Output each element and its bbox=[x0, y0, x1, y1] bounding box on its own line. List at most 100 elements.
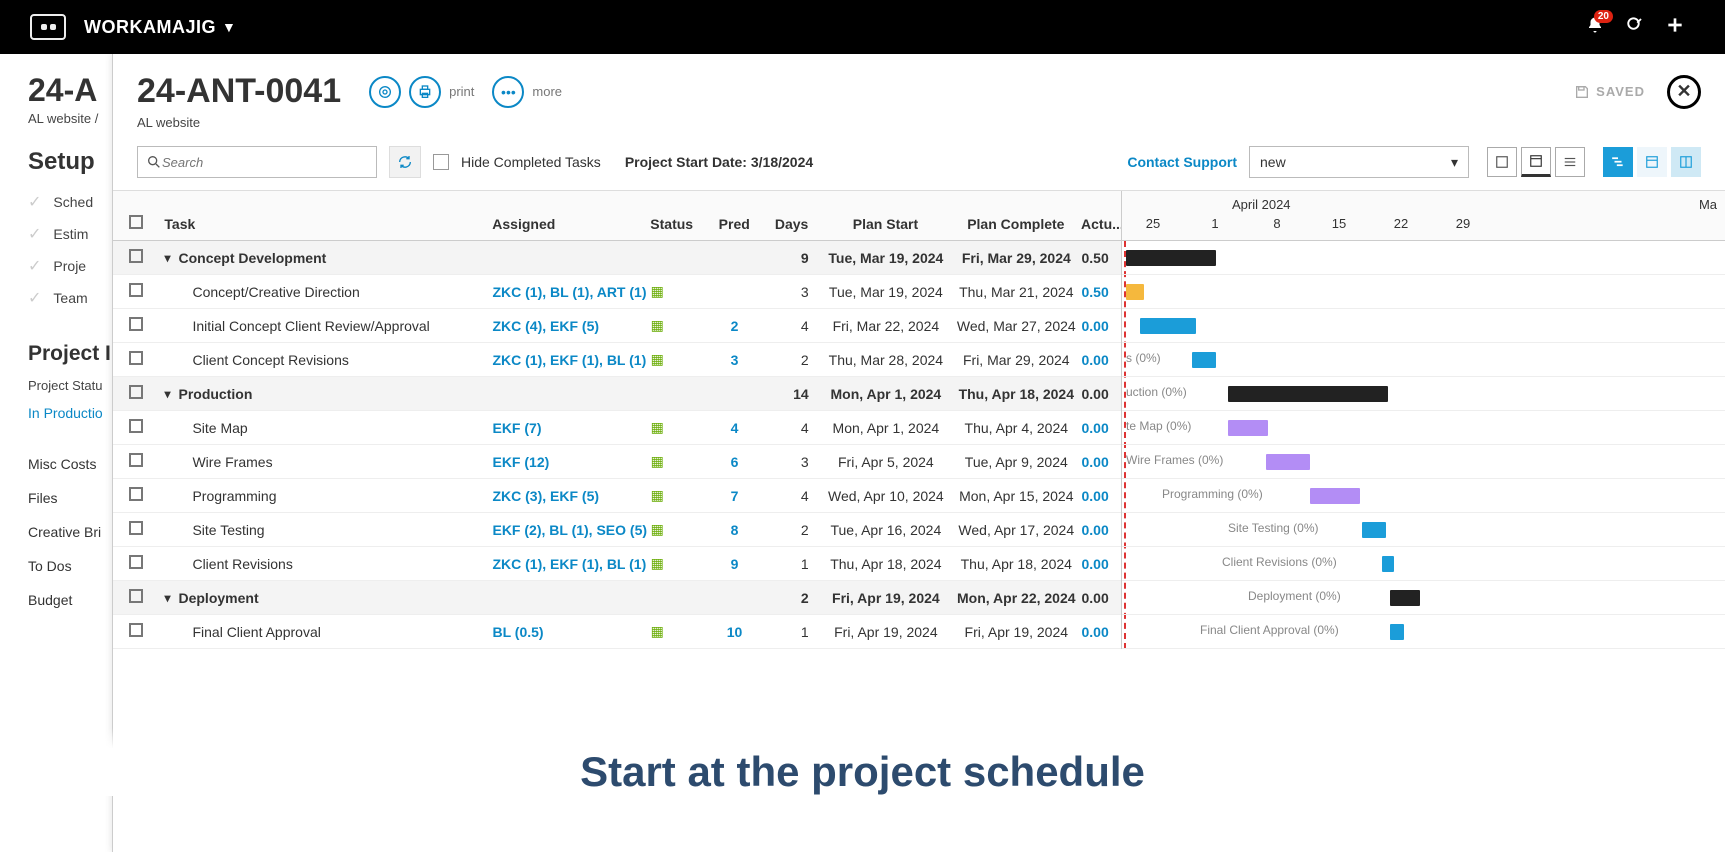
refresh-button[interactable] bbox=[369, 76, 401, 108]
nav-todos[interactable]: To Dos bbox=[28, 549, 112, 583]
pred[interactable]: 3 bbox=[708, 352, 761, 368]
gantt-bar[interactable] bbox=[1310, 488, 1360, 504]
setup-item[interactable]: ✓Sched bbox=[28, 186, 112, 218]
calendar-icon[interactable]: ▦ bbox=[651, 283, 664, 299]
calendar-icon[interactable]: ▦ bbox=[651, 351, 664, 367]
nav-budget[interactable]: Budget bbox=[28, 583, 112, 617]
nav-files[interactable]: Files bbox=[28, 481, 112, 515]
row-checkbox[interactable] bbox=[129, 623, 143, 637]
gantt-bar[interactable] bbox=[1140, 318, 1196, 334]
view-mode-2[interactable] bbox=[1521, 147, 1551, 177]
setup-item[interactable]: ✓Team bbox=[28, 282, 112, 314]
nav-creative-brief[interactable]: Creative Bri bbox=[28, 515, 112, 549]
view-dropdown[interactable]: new▾ bbox=[1249, 146, 1469, 178]
board-view-button[interactable] bbox=[1637, 147, 1667, 177]
nav-misc-costs[interactable]: Misc Costs bbox=[28, 447, 112, 481]
table-row[interactable]: Final Client ApprovalBL (0.5)▦101Fri, Ap… bbox=[113, 615, 1121, 649]
search-field[interactable] bbox=[162, 155, 368, 170]
search-icon[interactable] bbox=[1615, 16, 1655, 39]
search-input[interactable] bbox=[137, 146, 377, 178]
assigned[interactable]: ZKC (1), EKF (1), BL (1) bbox=[492, 352, 650, 368]
row-checkbox[interactable] bbox=[129, 453, 143, 467]
row-checkbox[interactable] bbox=[129, 283, 143, 297]
pred[interactable]: 4 bbox=[708, 420, 761, 436]
split-view-button[interactable] bbox=[1671, 147, 1701, 177]
table-row[interactable]: ▾Production14Mon, Apr 1, 2024Thu, Apr 18… bbox=[113, 377, 1121, 411]
table-row[interactable]: Client RevisionsZKC (1), EKF (1), BL (1)… bbox=[113, 547, 1121, 581]
chevron-down-icon[interactable]: ▾ bbox=[164, 591, 170, 605]
row-checkbox[interactable] bbox=[129, 351, 143, 365]
notifications-icon[interactable]: 20 bbox=[1575, 16, 1615, 39]
sync-button[interactable] bbox=[389, 146, 421, 178]
pred[interactable]: 8 bbox=[708, 522, 761, 538]
assigned[interactable]: ZKC (1), EKF (1), BL (1) bbox=[492, 556, 650, 572]
assigned[interactable]: EKF (12) bbox=[492, 454, 650, 470]
contact-support-link[interactable]: Contact Support bbox=[1127, 154, 1237, 170]
actual: 0.00 bbox=[1082, 522, 1122, 538]
close-button[interactable]: ✕ bbox=[1667, 75, 1701, 109]
table-row[interactable]: Initial Concept Client Review/ApprovalZK… bbox=[113, 309, 1121, 343]
gantt-bar[interactable] bbox=[1390, 624, 1404, 640]
table-row[interactable]: ProgrammingZKC (3), EKF (5)▦74Wed, Apr 1… bbox=[113, 479, 1121, 513]
gantt-view-button[interactable] bbox=[1603, 147, 1633, 177]
gantt-bar[interactable] bbox=[1362, 522, 1386, 538]
status-value[interactable]: In Productio bbox=[28, 405, 112, 421]
gantt-bar[interactable] bbox=[1382, 556, 1394, 572]
row-checkbox[interactable] bbox=[129, 317, 143, 331]
assigned[interactable]: ZKC (4), EKF (5) bbox=[492, 318, 650, 334]
gantt-bar[interactable] bbox=[1228, 386, 1388, 402]
chevron-down-icon[interactable]: ▾ bbox=[164, 251, 170, 265]
table-row[interactable]: Client Concept RevisionsZKC (1), EKF (1)… bbox=[113, 343, 1121, 377]
assigned[interactable]: ZKC (3), EKF (5) bbox=[492, 488, 650, 504]
assigned[interactable]: EKF (2), BL (1), SEO (5) bbox=[492, 522, 650, 538]
assigned[interactable]: BL (0.5) bbox=[492, 624, 650, 640]
app-logo[interactable] bbox=[30, 14, 66, 40]
row-checkbox[interactable] bbox=[129, 487, 143, 501]
pred[interactable]: 6 bbox=[708, 454, 761, 470]
add-icon[interactable] bbox=[1655, 17, 1695, 38]
gantt-bar[interactable] bbox=[1266, 454, 1310, 470]
print-button[interactable] bbox=[409, 76, 441, 108]
gantt-label: Wire Frames (0%) bbox=[1126, 453, 1223, 467]
gantt-bar[interactable] bbox=[1228, 420, 1268, 436]
gantt-bar[interactable] bbox=[1126, 284, 1144, 300]
table-row[interactable]: Site MapEKF (7)▦44Mon, Apr 1, 2024Thu, A… bbox=[113, 411, 1121, 445]
table-row[interactable]: ▾Concept Development9Tue, Mar 19, 2024Fr… bbox=[113, 241, 1121, 275]
table-row[interactable]: ▾Deployment2Fri, Apr 19, 2024Mon, Apr 22… bbox=[113, 581, 1121, 615]
setup-item[interactable]: ✓Proje bbox=[28, 250, 112, 282]
pred[interactable]: 10 bbox=[708, 624, 761, 640]
gantt-label: uction (0%) bbox=[1126, 385, 1187, 399]
view-mode-1[interactable] bbox=[1487, 147, 1517, 177]
row-checkbox[interactable] bbox=[129, 521, 143, 535]
row-checkbox[interactable] bbox=[129, 419, 143, 433]
gantt-bar[interactable] bbox=[1390, 590, 1420, 606]
pred[interactable]: 2 bbox=[708, 318, 761, 334]
view-mode-3[interactable] bbox=[1555, 147, 1585, 177]
pred[interactable]: 9 bbox=[708, 556, 761, 572]
calendar-icon[interactable]: ▦ bbox=[651, 555, 664, 571]
calendar-icon[interactable]: ▦ bbox=[651, 453, 664, 469]
pred[interactable]: 7 bbox=[708, 488, 761, 504]
row-checkbox[interactable] bbox=[129, 555, 143, 569]
table-row[interactable]: Wire FramesEKF (12)▦63Fri, Apr 5, 2024Tu… bbox=[113, 445, 1121, 479]
table-row[interactable]: Concept/Creative DirectionZKC (1), BL (1… bbox=[113, 275, 1121, 309]
row-checkbox[interactable] bbox=[129, 385, 143, 399]
hide-completed-label: Hide Completed Tasks bbox=[461, 154, 601, 170]
calendar-icon[interactable]: ▦ bbox=[651, 419, 664, 435]
gantt-bar[interactable] bbox=[1126, 250, 1216, 266]
assigned[interactable]: ZKC (1), BL (1), ART (1) bbox=[492, 284, 650, 300]
calendar-icon[interactable]: ▦ bbox=[651, 317, 664, 333]
brand[interactable]: WORKAMAJIG▼ bbox=[84, 17, 236, 38]
calendar-icon[interactable]: ▦ bbox=[651, 487, 664, 503]
table-row[interactable]: Site TestingEKF (2), BL (1), SEO (5)▦82T… bbox=[113, 513, 1121, 547]
calendar-icon[interactable]: ▦ bbox=[651, 521, 664, 537]
assigned[interactable]: EKF (7) bbox=[492, 420, 650, 436]
row-checkbox[interactable] bbox=[129, 249, 143, 263]
chevron-down-icon[interactable]: ▾ bbox=[164, 387, 170, 401]
hide-completed-checkbox[interactable] bbox=[433, 154, 449, 170]
gantt-bar[interactable] bbox=[1192, 352, 1216, 368]
calendar-icon[interactable]: ▦ bbox=[651, 623, 664, 639]
more-button[interactable]: ••• bbox=[492, 76, 524, 108]
setup-item[interactable]: ✓Estim bbox=[28, 218, 112, 250]
row-checkbox[interactable] bbox=[129, 589, 143, 603]
